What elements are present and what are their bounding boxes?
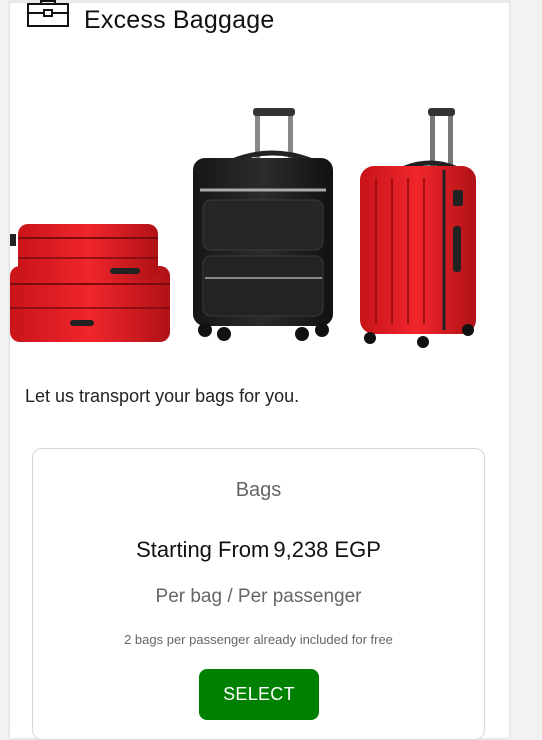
offer-price: Starting From 9,238 EGP [33,537,484,563]
select-button[interactable]: SELECT [199,669,319,720]
section-header: Excess Baggage [10,0,509,50]
included-bags-note: 2 bags per passenger already included fo… [124,632,393,647]
price-amount: 9,238 [273,537,329,562]
offer-heading: Bags [235,479,282,501]
excess-baggage-card: Excess Baggage Let us transport your bag… [10,0,509,740]
luggage-image [10,108,476,348]
briefcase-icon [27,0,69,27]
section-tagline: Let us transport your bags for you. [25,386,300,406]
price-currency: EGP [334,537,381,562]
section-title: Excess Baggage [84,6,275,34]
price-prefix: Starting From [136,537,270,562]
per-passenger-label: Per bag / Per passenger [155,586,362,607]
bags-offer-card: Bags Starting From 9,238 EGP Per bag / Per… [32,448,485,740]
